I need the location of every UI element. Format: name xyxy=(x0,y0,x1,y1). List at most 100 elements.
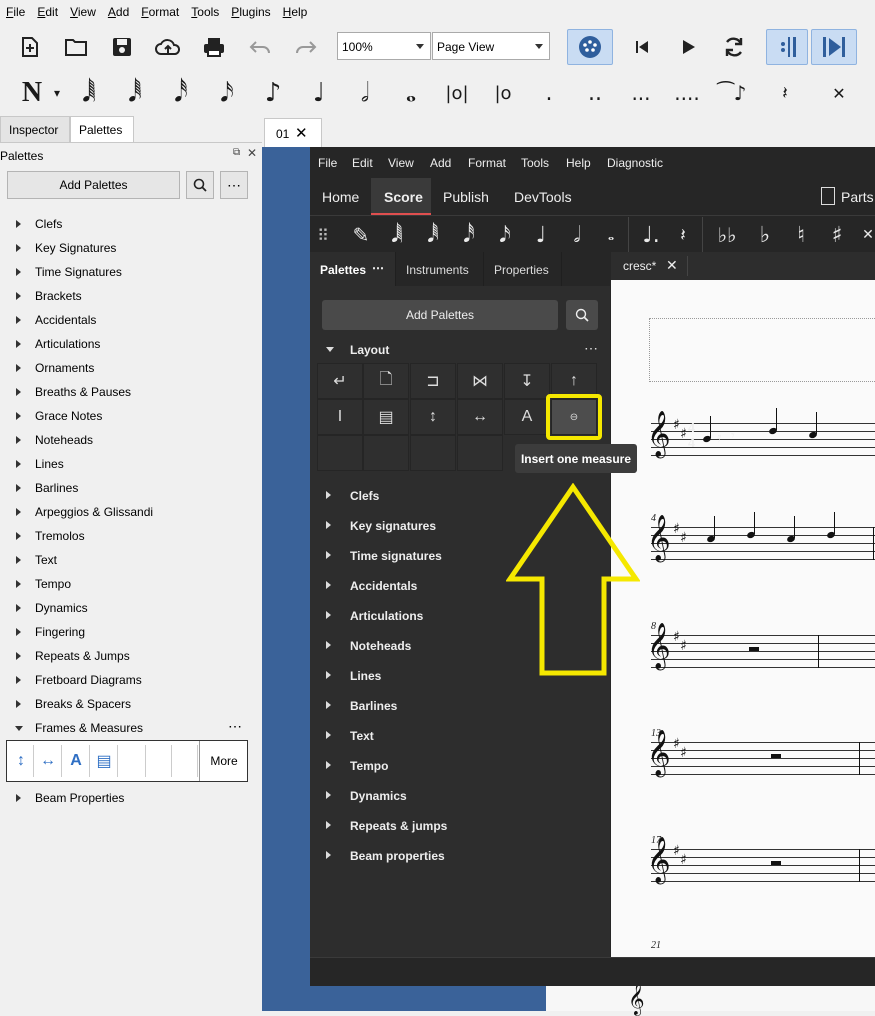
midi-input-icon[interactable] xyxy=(567,29,613,65)
note-64th-icon[interactable]: 𝅘𝅥𝅲 xyxy=(72,76,106,110)
ms4-section-text[interactable]: Text xyxy=(326,721,596,751)
fretboard-frame-icon[interactable]: ▤ xyxy=(363,399,409,435)
palette-item-dynamics[interactable]: Dynamics xyxy=(0,596,262,620)
ms4-section-beam-properties[interactable]: Beam properties xyxy=(326,841,596,871)
loop-in-icon[interactable] xyxy=(766,29,808,65)
print-icon[interactable] xyxy=(197,30,231,64)
more-options-icon[interactable]: ⋯ xyxy=(220,171,248,199)
zoom-select[interactable]: 100% xyxy=(337,32,431,60)
add-palettes-button[interactable]: Add Palettes xyxy=(7,171,180,199)
play-icon[interactable] xyxy=(671,30,705,64)
menu-edit[interactable]: Edit xyxy=(31,0,64,19)
ms4-menu-help[interactable]: Help xyxy=(566,156,591,170)
dot-icon[interactable]: . xyxy=(532,76,566,110)
note-16th-icon[interactable]: 𝅘𝅥𝅰 xyxy=(454,217,484,253)
natural-icon[interactable]: ♮ xyxy=(786,217,816,253)
new-score-icon[interactable] xyxy=(13,30,47,64)
ms4-menu-format[interactable]: Format xyxy=(468,156,506,170)
play-panel-icon[interactable] xyxy=(811,29,857,65)
note-8th-icon[interactable]: 𝅘𝅥𝅯 xyxy=(490,217,520,253)
triple-dot-icon[interactable]: ... xyxy=(624,76,658,110)
close-icon[interactable]: ✕ xyxy=(247,146,257,160)
cloud-upload-icon[interactable] xyxy=(151,30,185,64)
palette-item-frames[interactable]: Frames & Measures ⋯ xyxy=(0,716,262,740)
dotted-note-icon[interactable]: ♩. xyxy=(636,217,666,253)
note-32nd-icon[interactable]: 𝅘𝅥𝅱 xyxy=(118,76,152,110)
text-frame-icon[interactable]: A xyxy=(63,745,90,777)
flip-icon[interactable]: ✕ xyxy=(824,76,854,110)
note-eighth-icon[interactable]: ♪ xyxy=(256,76,290,110)
more-options-icon[interactable]: ⋯ xyxy=(372,261,384,275)
note-whole-icon[interactable]: 𝅝 xyxy=(394,76,428,110)
menu-file[interactable]: File xyxy=(0,0,31,19)
tie-icon[interactable]: ⁀♪ xyxy=(714,76,750,110)
close-icon[interactable]: ✕ xyxy=(295,124,308,142)
ms4-parts[interactable]: Parts xyxy=(841,189,874,205)
pencil-icon[interactable]: ✎ xyxy=(346,217,376,253)
line-break-icon[interactable]: ↵ xyxy=(317,363,363,399)
quadruple-dot-icon[interactable]: .... xyxy=(670,76,704,110)
view-mode-select[interactable]: Page View xyxy=(432,32,550,60)
palette-item-beam-properties[interactable]: Beam Properties xyxy=(0,786,262,810)
palette-item-grace-notes[interactable]: Grace Notes xyxy=(0,404,262,428)
loop-icon[interactable] xyxy=(717,30,751,64)
palette-item-text[interactable]: Text xyxy=(0,548,262,572)
doc-tab[interactable]: 01 ✕ xyxy=(264,118,322,147)
palette-item-barlines[interactable]: Barlines xyxy=(0,476,262,500)
staff-spacer-down-icon[interactable]: ↧ xyxy=(504,363,550,399)
note-32nd-icon[interactable]: 𝅘𝅥𝅱 xyxy=(418,217,448,253)
double-sharp-icon[interactable]: ✕ xyxy=(860,217,875,253)
palette-item-accidentals[interactable]: Accidentals xyxy=(0,308,262,332)
note-8th-icon[interactable]: 𝅘𝅥𝅯 xyxy=(210,76,244,110)
ms4-nav-home[interactable]: Home xyxy=(322,189,359,205)
palette-item-key-signatures[interactable]: Key Signatures xyxy=(0,236,262,260)
sharp-icon[interactable]: ♯ xyxy=(822,217,852,253)
rewind-icon[interactable] xyxy=(625,30,659,64)
note-input-mode-icon[interactable]: N xyxy=(12,76,52,110)
note-16th-icon[interactable]: 𝅘𝅥𝅰 xyxy=(164,76,198,110)
palette-item-arpeggios[interactable]: Arpeggios & Glissandi xyxy=(0,500,262,524)
palette-item-breaths[interactable]: Breaths & Pauses xyxy=(0,380,262,404)
ms4-search-icon[interactable] xyxy=(566,300,598,330)
ms4-nav-devtools[interactable]: DevTools xyxy=(514,189,572,205)
menu-help[interactable]: Help xyxy=(277,0,314,19)
vertical-frame-icon[interactable]: ↕ xyxy=(410,399,456,435)
ms4-nav-score[interactable]: Score xyxy=(384,189,423,205)
close-icon[interactable]: ✕ xyxy=(666,257,678,274)
palette-item-repeats[interactable]: Repeats & Jumps xyxy=(0,644,262,668)
palette-item-fingering[interactable]: Fingering xyxy=(0,620,262,644)
ms4-nav-publish[interactable]: Publish xyxy=(443,189,489,205)
section-break-icon[interactable]: ⊐ xyxy=(410,363,456,399)
page-break-icon[interactable]: 🗋 xyxy=(363,363,409,399)
menu-add[interactable]: Add xyxy=(102,0,135,19)
palette-item-lines[interactable]: Lines xyxy=(0,452,262,476)
note-half-icon[interactable]: 𝅗𝅥 xyxy=(562,217,592,253)
tab-inspector[interactable]: Inspector xyxy=(0,116,70,142)
menu-plugins[interactable]: Plugins xyxy=(225,0,276,19)
palette-item-breaks[interactable]: Breaks & Spacers xyxy=(0,692,262,716)
note-64th-icon[interactable]: 𝅘𝅥𝅲 xyxy=(382,217,412,253)
vertical-frame-icon[interactable]: ↕ xyxy=(9,745,34,777)
ms4-layout-header[interactable]: Layout ⋯ xyxy=(326,340,598,360)
text-frame-icon[interactable]: A xyxy=(504,399,550,435)
redo-icon[interactable] xyxy=(289,30,323,64)
flat-icon[interactable]: ♭ xyxy=(750,217,780,253)
ms4-section-barlines[interactable]: Barlines xyxy=(326,691,596,721)
ms4-section-tempo[interactable]: Tempo xyxy=(326,751,596,781)
search-icon[interactable] xyxy=(186,171,214,199)
ms4-menu-edit[interactable]: Edit xyxy=(352,156,373,170)
palette-item-brackets[interactable]: Brackets xyxy=(0,284,262,308)
parts-icon[interactable] xyxy=(821,187,835,205)
drag-handle-icon[interactable]: ⠿ xyxy=(316,217,330,253)
more-options-icon[interactable]: ⋯ xyxy=(228,718,242,735)
palette-item-noteheads[interactable]: Noteheads xyxy=(0,428,262,452)
horizontal-frame-icon[interactable]: ↔ xyxy=(35,745,62,777)
metronome-icon[interactable]: │ xyxy=(862,30,875,64)
ms4-menu-tools[interactable]: Tools xyxy=(521,156,549,170)
note-breve-icon[interactable]: |o| xyxy=(440,76,474,110)
ms4-add-palettes-button[interactable]: Add Palettes xyxy=(322,300,558,330)
undo-icon[interactable] xyxy=(243,30,277,64)
ms4-tab-palettes[interactable]: Palettes ⋯ xyxy=(310,252,396,286)
ms4-section-repeats[interactable]: Repeats & jumps xyxy=(326,811,596,841)
rest-icon[interactable]: 𝄽 xyxy=(670,217,696,253)
